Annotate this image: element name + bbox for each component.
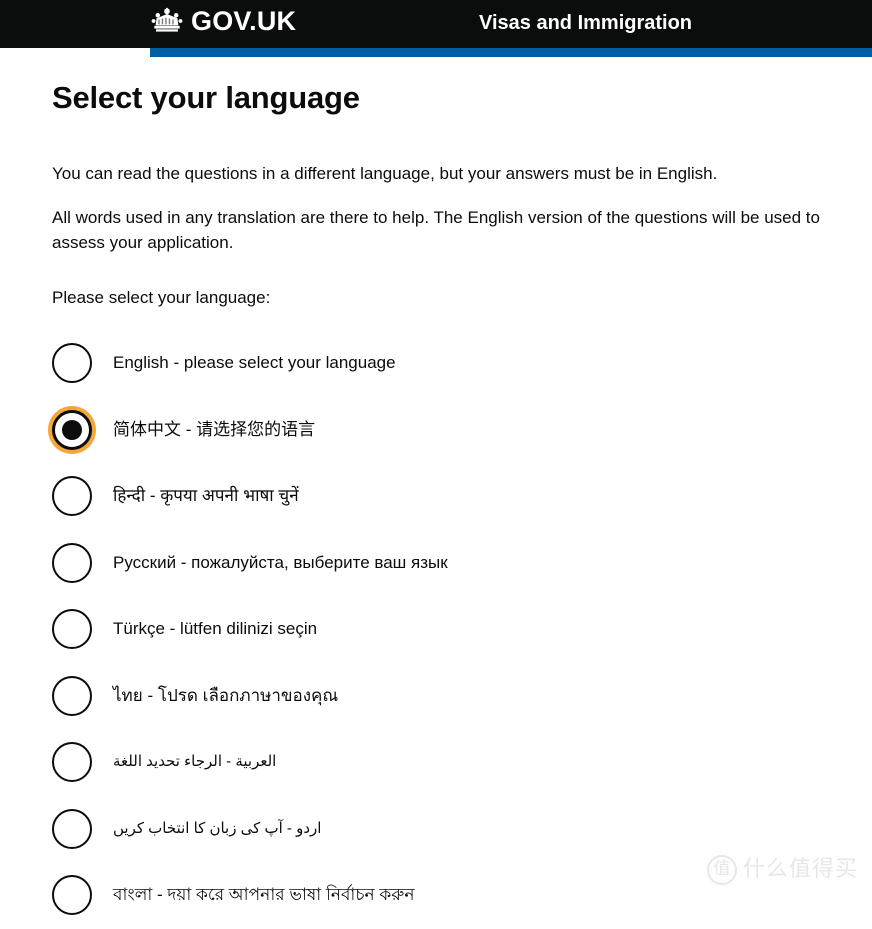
language-option-label: 简体中文 - 请选择您的语言 bbox=[113, 419, 316, 439]
site-header: GOV.UK Visas and Immigration bbox=[0, 0, 872, 48]
language-option-4[interactable]: Türkçe - lütfen dilinizi seçin bbox=[0, 596, 872, 663]
govuk-brand-name: GOV.UK bbox=[191, 6, 297, 36]
radio-button-icon[interactable] bbox=[52, 409, 92, 450]
language-option-2[interactable]: हिन्दी - कृपया अपनी भाषा चुनें bbox=[0, 463, 872, 530]
language-option-label: اردو - آپ کی زبان کا انتخاب کریں bbox=[113, 819, 322, 837]
radio-button-icon[interactable] bbox=[52, 808, 92, 849]
language-option-label: हिन्दी - कृपया अपनी भाषा चुनें bbox=[113, 486, 299, 506]
language-option-label: বাংলা - দয়া করে আপনার ভাষা নির্বাচন করু… bbox=[113, 885, 415, 905]
language-option-6[interactable]: العربية - الرجاء تحديد اللغة bbox=[0, 729, 872, 796]
radio-button-icon[interactable] bbox=[52, 609, 92, 650]
radio-button-icon[interactable] bbox=[52, 343, 92, 384]
govuk-home-link[interactable]: GOV.UK bbox=[150, 6, 296, 36]
crown-icon bbox=[150, 7, 184, 35]
language-option-label: العربية - الرجاء تحديد اللغة bbox=[113, 753, 277, 771]
language-prompt: Please select your language: bbox=[52, 288, 271, 307]
language-option-7[interactable]: اردو - آپ کی زبان کا انتخاب کریں bbox=[0, 796, 872, 863]
radio-button-icon[interactable] bbox=[52, 675, 92, 716]
intro-paragraph-2: All words used in any translation are th… bbox=[52, 208, 820, 252]
language-option-label: English - please select your language bbox=[113, 353, 396, 373]
radio-button-icon[interactable] bbox=[52, 742, 92, 783]
header-inner: GOV.UK Visas and Immigration bbox=[0, 0, 872, 48]
language-option-1[interactable]: 简体中文 - 请选择您的语言 bbox=[0, 397, 872, 464]
language-radio-group: English - please select your language 简体中… bbox=[0, 330, 872, 929]
page-title: Select your language bbox=[52, 80, 360, 115]
language-option-label: ไทย - โปรด เลือกภาษาของคุณ bbox=[113, 685, 339, 705]
radio-button-icon[interactable] bbox=[52, 476, 92, 517]
radio-button-icon[interactable] bbox=[52, 542, 92, 583]
language-option-0[interactable]: English - please select your language bbox=[0, 330, 872, 397]
service-name-link[interactable]: Visas and Immigration bbox=[479, 11, 692, 35]
language-option-8[interactable]: বাংলা - দয়া করে আপনার ভাষা নির্বাচন করু… bbox=[0, 862, 872, 929]
main-content: Select your language You can read the qu… bbox=[0, 57, 872, 929]
language-option-label: Русский - пожалуйста, выберите ваш язык bbox=[113, 552, 448, 572]
language-option-label: Türkçe - lütfen dilinizi seçin bbox=[113, 619, 318, 639]
language-option-5[interactable]: ไทย - โปรด เลือกภาษาของคุณ bbox=[0, 663, 872, 730]
radio-selected-dot bbox=[62, 419, 82, 440]
radio-button-icon[interactable] bbox=[52, 875, 92, 916]
language-option-3[interactable]: Русский - пожалуйста, выберите ваш язык bbox=[0, 530, 872, 597]
intro-paragraph-1: You can read the questions in a differen… bbox=[52, 164, 718, 183]
service-accent-bar bbox=[150, 48, 872, 57]
